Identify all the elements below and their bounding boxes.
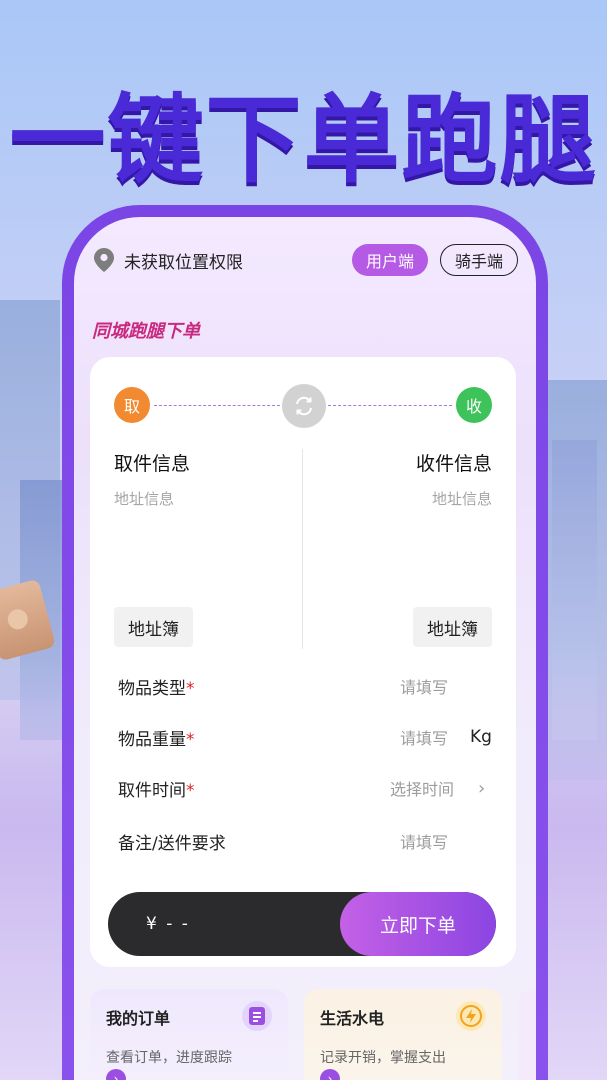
swap-button[interactable] bbox=[282, 384, 326, 428]
utilities-tile[interactable]: 生活水电 记录开销，掌握支出 › bbox=[304, 989, 502, 1080]
item-type-row[interactable]: 物品类型* 请填写 bbox=[118, 671, 492, 701]
notes-row[interactable]: 备注/送件要求 请填写 bbox=[118, 826, 492, 856]
app-screen: 未获取位置权限 用户端 骑手端 同城跑腿下单 取 收 取件信息 地址信息 收件信… bbox=[74, 217, 536, 1080]
route-dash-left bbox=[154, 405, 280, 406]
delivery-title: 收件信息 bbox=[415, 453, 492, 475]
item-weight-input[interactable]: 请填写 bbox=[400, 725, 448, 749]
user-mode-button[interactable]: 用户端 bbox=[351, 244, 428, 276]
notes-label: 备注/送件要求 bbox=[118, 833, 226, 854]
delivery-address-book-button[interactable]: 地址簿 bbox=[413, 607, 492, 647]
price-display: ¥ - - bbox=[146, 914, 190, 934]
pickup-info[interactable]: 取件信息 地址信息 bbox=[114, 449, 304, 509]
submit-order-button[interactable]: 立即下单 bbox=[340, 892, 496, 956]
top-bar: 未获取位置权限 用户端 骑手端 bbox=[94, 243, 518, 277]
required-mark: * bbox=[186, 780, 195, 801]
notes-input[interactable]: 请填写 bbox=[400, 829, 448, 853]
location-permission-text[interactable]: 未获取位置权限 bbox=[124, 248, 352, 273]
pickup-time-label: 取件时间* bbox=[118, 780, 195, 801]
order-bar: ¥ - - 立即下单 bbox=[108, 892, 496, 956]
item-weight-label: 物品重量* bbox=[118, 729, 195, 750]
more-tile[interactable] bbox=[518, 989, 536, 1080]
item-type-label: 物品类型* bbox=[118, 678, 195, 699]
document-icon bbox=[242, 1001, 272, 1031]
arrow-right-icon[interactable]: › bbox=[106, 1069, 126, 1080]
location-pin-icon bbox=[94, 248, 114, 272]
pickup-time-row[interactable]: 取件时间* 选择时间 › bbox=[118, 773, 492, 803]
delivery-address-placeholder: 地址信息 bbox=[431, 490, 492, 508]
mode-switch: 用户端 骑手端 bbox=[351, 244, 518, 276]
pickup-badge: 取 bbox=[114, 387, 150, 423]
rider-mode-button[interactable]: 骑手端 bbox=[439, 244, 518, 276]
item-type-input[interactable]: 请填写 bbox=[400, 674, 448, 698]
weight-unit: Kg bbox=[470, 727, 492, 747]
arrow-right-icon[interactable]: › bbox=[320, 1069, 340, 1080]
headline: 一键下单跑腿 bbox=[9, 84, 598, 196]
route-dash-right bbox=[328, 405, 452, 406]
pickup-time-select[interactable]: 选择时间 bbox=[390, 776, 454, 800]
tile-subtitle: 记录开销，掌握支出 bbox=[320, 1050, 446, 1066]
required-mark: * bbox=[186, 678, 195, 699]
item-weight-row[interactable]: 物品重量* 请填写 Kg bbox=[118, 722, 492, 752]
section-title: 同城跑腿下单 bbox=[92, 321, 200, 342]
lightning-icon bbox=[456, 1001, 486, 1031]
pickup-title: 取件信息 bbox=[114, 453, 191, 475]
swap-icon bbox=[296, 396, 312, 416]
pickup-address-placeholder: 地址信息 bbox=[114, 490, 175, 508]
receive-badge: 收 bbox=[456, 387, 492, 423]
order-card: 取 收 取件信息 地址信息 收件信息 地址信息 地址簿 地址簿 物品类型* 请填… bbox=[90, 357, 516, 967]
chevron-right-icon: › bbox=[478, 777, 486, 799]
tile-subtitle: 查看订单，进度跟踪 bbox=[106, 1050, 232, 1066]
route-indicator: 取 收 bbox=[114, 384, 492, 428]
phone-frame: 未获取位置权限 用户端 骑手端 同城跑腿下单 取 收 取件信息 地址信息 收件信… bbox=[62, 205, 548, 1080]
delivery-info[interactable]: 收件信息 地址信息 bbox=[302, 449, 492, 509]
pickup-address-book-button[interactable]: 地址簿 bbox=[114, 607, 193, 647]
required-mark: * bbox=[186, 729, 195, 750]
my-orders-tile[interactable]: 我的订单 查看订单，进度跟踪 › bbox=[90, 989, 288, 1080]
